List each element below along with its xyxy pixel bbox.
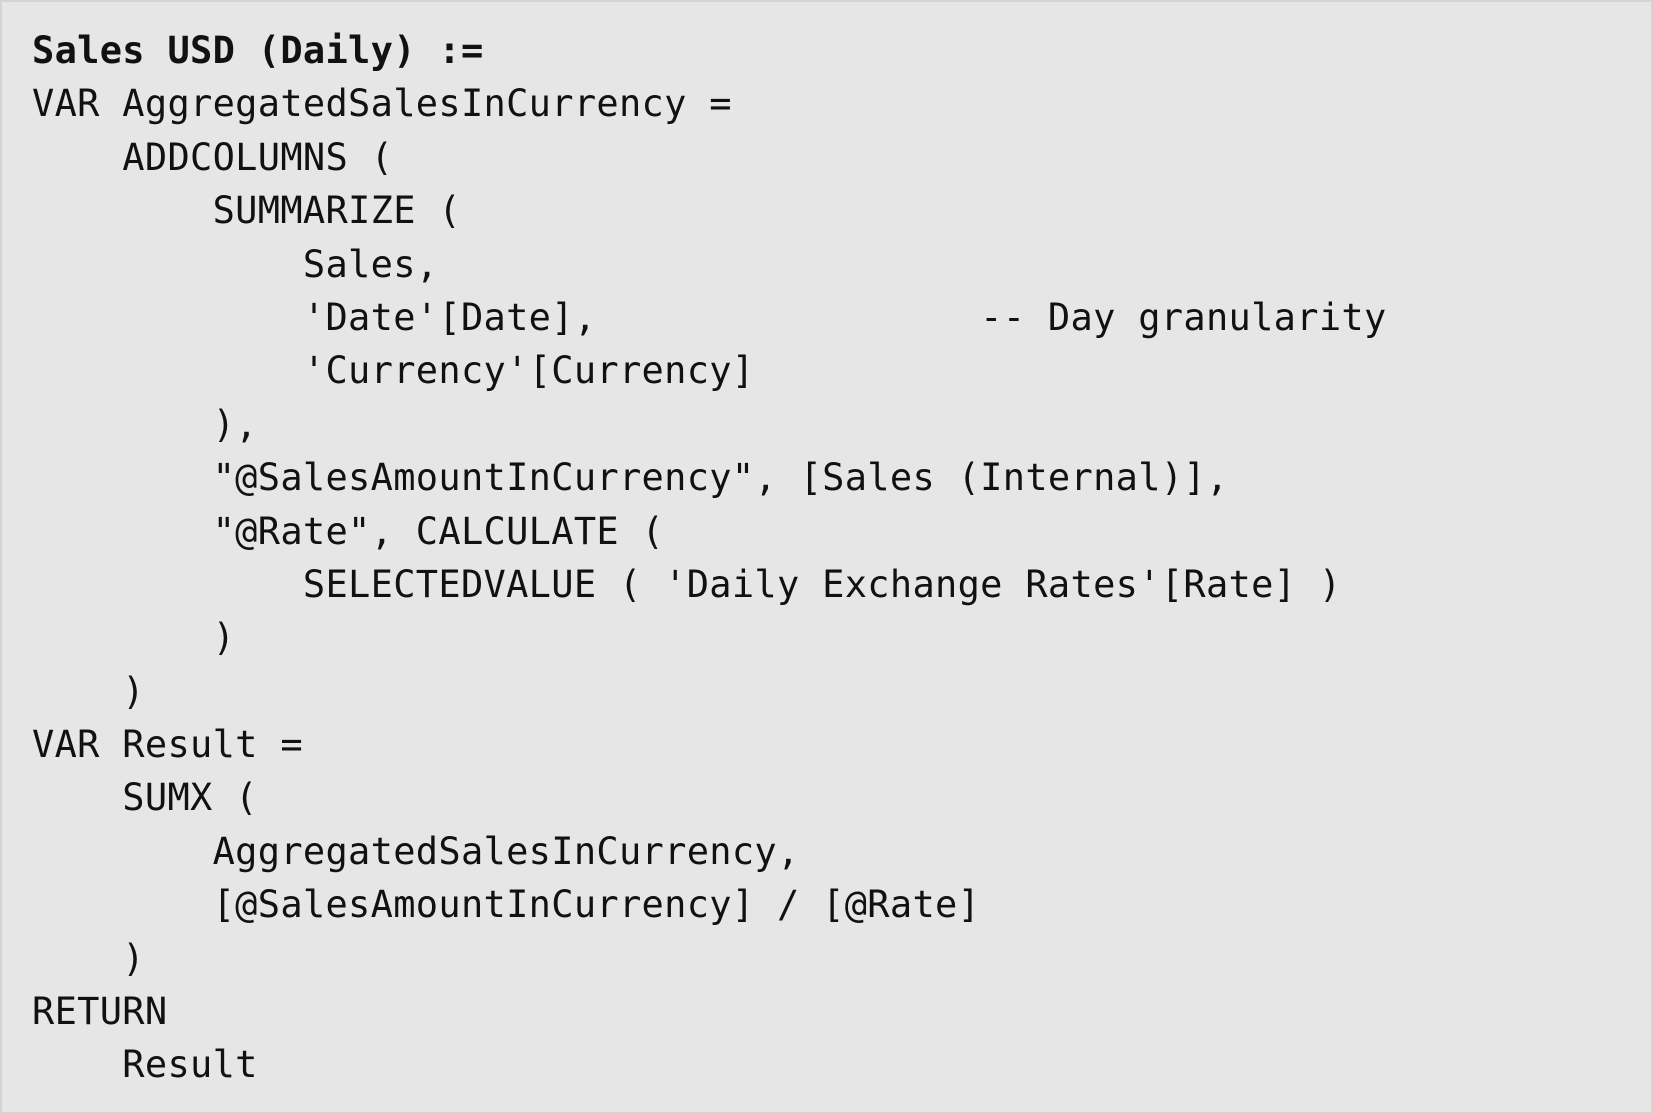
code-line: [@SalesAmountInCurrency] / [@Rate] xyxy=(32,883,981,927)
code-line: ), xyxy=(32,402,258,446)
code-line: 'Currency'[Currency] xyxy=(32,349,755,393)
code-line: Result xyxy=(32,1043,258,1087)
code-line: Sales, xyxy=(32,242,439,286)
code-line: VAR AggregatedSalesInCurrency = xyxy=(32,82,732,126)
code-line: AggregatedSalesInCurrency, xyxy=(32,829,800,873)
code-line: "@SalesAmountInCurrency", [Sales (Intern… xyxy=(32,456,1229,500)
code-line: RETURN xyxy=(32,990,168,1034)
code-line: VAR Result = xyxy=(32,723,303,767)
code-line: ADDCOLUMNS ( xyxy=(32,135,394,179)
code-line: 'Date'[Date], -- Day granularity xyxy=(32,295,1387,339)
code-line: SUMX ( xyxy=(32,776,258,820)
code-line: ) xyxy=(32,936,145,980)
code-listing: Sales USD (Daily) := VAR AggregatedSales… xyxy=(0,0,1653,1114)
code-line: ) xyxy=(32,616,236,660)
code-line: SELECTEDVALUE ( 'Daily Exchange Rates'[R… xyxy=(32,562,1342,606)
code-line-measure-header: Sales USD (Daily) := xyxy=(32,29,484,72)
code-line: ) xyxy=(32,669,145,713)
code-line: SUMMARIZE ( xyxy=(32,189,461,233)
code-line: "@Rate", CALCULATE ( xyxy=(32,509,665,553)
